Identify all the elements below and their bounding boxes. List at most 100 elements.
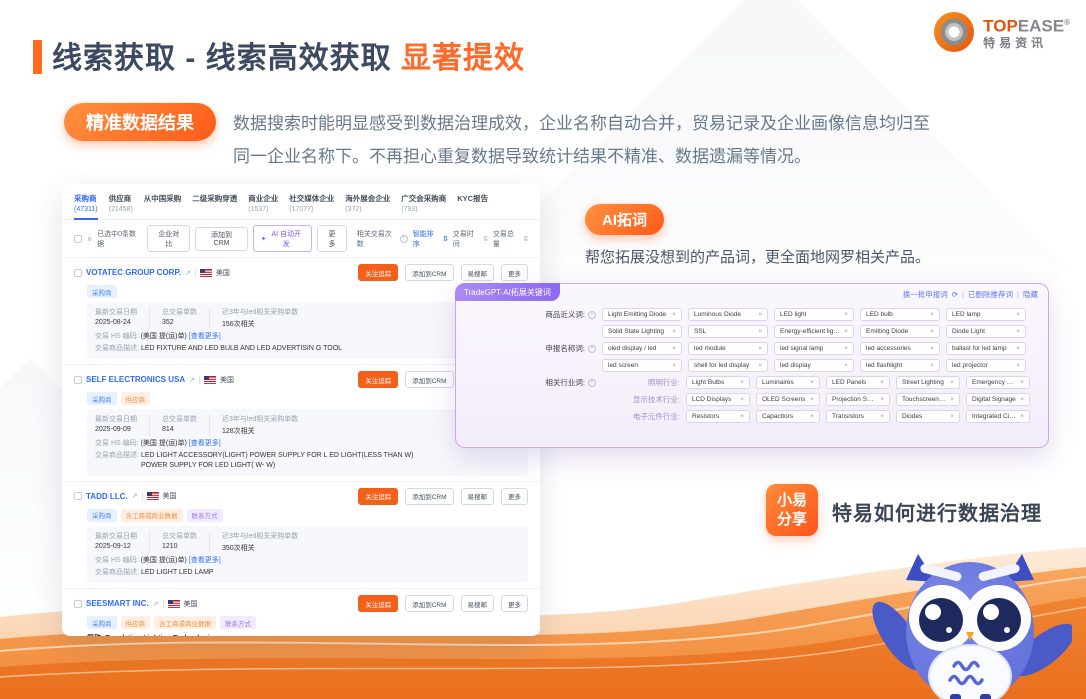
ai-auto-develop-button[interactable]: ✦AI 自动开发 — [253, 225, 312, 252]
view-more-link[interactable]: [查看更多] — [189, 440, 221, 447]
company-name[interactable]: VOTATEC GROUP CORP. — [86, 268, 181, 277]
close-icon[interactable]: × — [880, 396, 884, 403]
keyword-chip[interactable]: Street Lighting× — [896, 376, 960, 389]
close-icon[interactable]: × — [950, 413, 954, 420]
more-actions-button[interactable]: 更多 — [317, 225, 347, 252]
company-name[interactable]: TADD LLC. — [86, 492, 128, 501]
follow-button[interactable]: 关注追踪 — [358, 264, 398, 281]
tab-social-media[interactable]: 社交媒体企业(17077) — [289, 193, 334, 219]
close-icon[interactable]: × — [740, 413, 744, 420]
close-icon[interactable]: × — [810, 379, 814, 386]
close-icon[interactable]: × — [1016, 328, 1020, 335]
removed-keywords-link[interactable]: 已删除推荐词 — [968, 289, 1013, 300]
close-icon[interactable]: × — [758, 328, 762, 335]
keyword-chip[interactable]: led screen× — [602, 359, 682, 372]
close-icon[interactable]: × — [672, 362, 676, 369]
close-icon[interactable]: × — [758, 362, 762, 369]
follow-button[interactable]: 关注追踪 — [358, 488, 398, 505]
close-icon[interactable]: × — [1020, 413, 1024, 420]
tab-canton-fair[interactable]: 广交会采购商(793) — [401, 193, 446, 219]
tab-kyc-report[interactable]: KYC报告 — [457, 193, 488, 219]
company-name[interactable]: SEESMART INC. — [86, 599, 149, 608]
select-all-checkbox[interactable] — [74, 235, 82, 243]
keyword-chip[interactable]: led module× — [688, 342, 768, 355]
sort-trade-time[interactable]: 交易时间⇅ — [453, 229, 488, 249]
tab-overseas-exhibition[interactable]: 海外展会企业(372) — [345, 193, 390, 219]
add-to-crm-button[interactable]: 添加到CRM — [405, 264, 453, 281]
keyword-chip[interactable]: Integrated Circuits× — [966, 410, 1030, 423]
close-icon[interactable]: × — [1016, 345, 1020, 352]
refresh-keywords-link[interactable]: 换一批申报词 — [903, 289, 948, 300]
add-to-crm-button[interactable]: 添加到CRM — [405, 488, 453, 505]
keyword-chip[interactable]: Projection Systems× — [826, 393, 890, 406]
external-link-icon[interactable]: ↗ — [189, 376, 195, 384]
close-icon[interactable]: × — [758, 311, 762, 318]
close-icon[interactable]: × — [740, 396, 744, 403]
close-icon[interactable]: × — [930, 345, 934, 352]
close-icon[interactable]: × — [880, 413, 884, 420]
tab-supplier[interactable]: 供应商(21458) — [109, 193, 133, 219]
close-icon[interactable]: × — [810, 396, 814, 403]
close-icon[interactable]: × — [844, 311, 848, 318]
close-icon[interactable]: × — [672, 311, 676, 318]
close-icon[interactable]: × — [1016, 311, 1020, 318]
mail-search-button[interactable]: 易搜邮 — [461, 488, 495, 505]
close-icon[interactable]: × — [1020, 379, 1024, 386]
keyword-chip[interactable]: Luminaires× — [756, 376, 820, 389]
keyword-chip[interactable]: Transistors× — [826, 410, 890, 423]
view-more-link[interactable]: [查看更多] — [189, 557, 221, 564]
keyword-chip[interactable]: led flashlight× — [860, 359, 940, 372]
more-button[interactable]: 更多 — [501, 488, 528, 505]
company-checkbox[interactable] — [74, 376, 82, 384]
tab-buyer[interactable]: 采购商(47311) — [74, 193, 98, 220]
keyword-chip[interactable]: Solid State Lighting× — [602, 325, 682, 338]
keyword-chip[interactable]: Emitting Diode× — [860, 325, 940, 338]
close-icon[interactable]: × — [672, 328, 676, 335]
keyword-chip[interactable]: LED bulb× — [860, 308, 940, 321]
info-icon[interactable]: i — [588, 311, 596, 319]
close-icon[interactable]: × — [880, 379, 884, 386]
external-link-icon[interactable]: ↗ — [132, 492, 138, 500]
keyword-chip[interactable]: Digital Signage× — [966, 393, 1030, 406]
info-icon[interactable]: i — [588, 345, 596, 353]
close-icon[interactable]: × — [950, 396, 954, 403]
keyword-chip[interactable]: ballast for led lamp× — [946, 342, 1026, 355]
close-icon[interactable]: × — [950, 379, 954, 386]
keyword-chip[interactable]: led accessories× — [860, 342, 940, 355]
keyword-chip[interactable]: led signal lamp× — [774, 342, 854, 355]
external-link-icon[interactable]: ↗ — [185, 269, 191, 277]
company-checkbox[interactable] — [74, 269, 82, 277]
keyword-chip[interactable]: Emergency Lighting× — [966, 376, 1030, 389]
close-icon[interactable]: × — [930, 311, 934, 318]
follow-button[interactable]: 关注追踪 — [358, 371, 398, 388]
keyword-chip[interactable]: Diodes× — [896, 410, 960, 423]
external-link-icon[interactable]: ↗ — [153, 600, 159, 608]
add-to-crm-button[interactable]: 添加到CRM — [195, 227, 247, 251]
keyword-chip[interactable]: Touchscreen Panels× — [896, 393, 960, 406]
keyword-chip[interactable]: Energy-efficient lighti...× — [774, 325, 854, 338]
close-icon[interactable]: × — [930, 362, 934, 369]
close-icon[interactable]: × — [844, 328, 848, 335]
keyword-chip[interactable]: Diode Light× — [946, 325, 1026, 338]
keyword-chip[interactable]: led display× — [774, 359, 854, 372]
sort-smart[interactable]: 智能排序⇅ — [413, 229, 448, 249]
tab-tier2-sourcing[interactable]: 二级采购穿透 — [192, 193, 237, 219]
keyword-chip[interactable]: Luminous Diode× — [688, 308, 768, 321]
refresh-icon[interactable]: ⟳ — [952, 290, 958, 299]
keyword-chip[interactable]: shell for led display× — [688, 359, 768, 372]
follow-button[interactable]: 关注追踪 — [358, 595, 398, 612]
keyword-chip[interactable]: LED Panels× — [826, 376, 890, 389]
more-button[interactable]: 更多 — [501, 264, 528, 281]
tab-commercial[interactable]: 商业企业(1537) — [248, 193, 278, 219]
company-name[interactable]: SELF ELECTRONICS USA — [86, 375, 185, 384]
add-to-crm-button[interactable]: 添加到CRM — [405, 595, 453, 612]
keyword-chip[interactable]: OLED Screens× — [756, 393, 820, 406]
keyword-chip[interactable]: led projector× — [946, 359, 1026, 372]
more-button[interactable]: 更多 — [501, 595, 528, 612]
close-icon[interactable]: × — [740, 379, 744, 386]
keyword-chip[interactable]: Capacitors× — [756, 410, 820, 423]
compare-button[interactable]: 企业对比 — [147, 225, 190, 252]
keyword-chip[interactable]: LCD Displays× — [686, 393, 750, 406]
close-icon[interactable]: × — [758, 345, 762, 352]
view-more-link[interactable]: [查看更多] — [189, 333, 221, 340]
